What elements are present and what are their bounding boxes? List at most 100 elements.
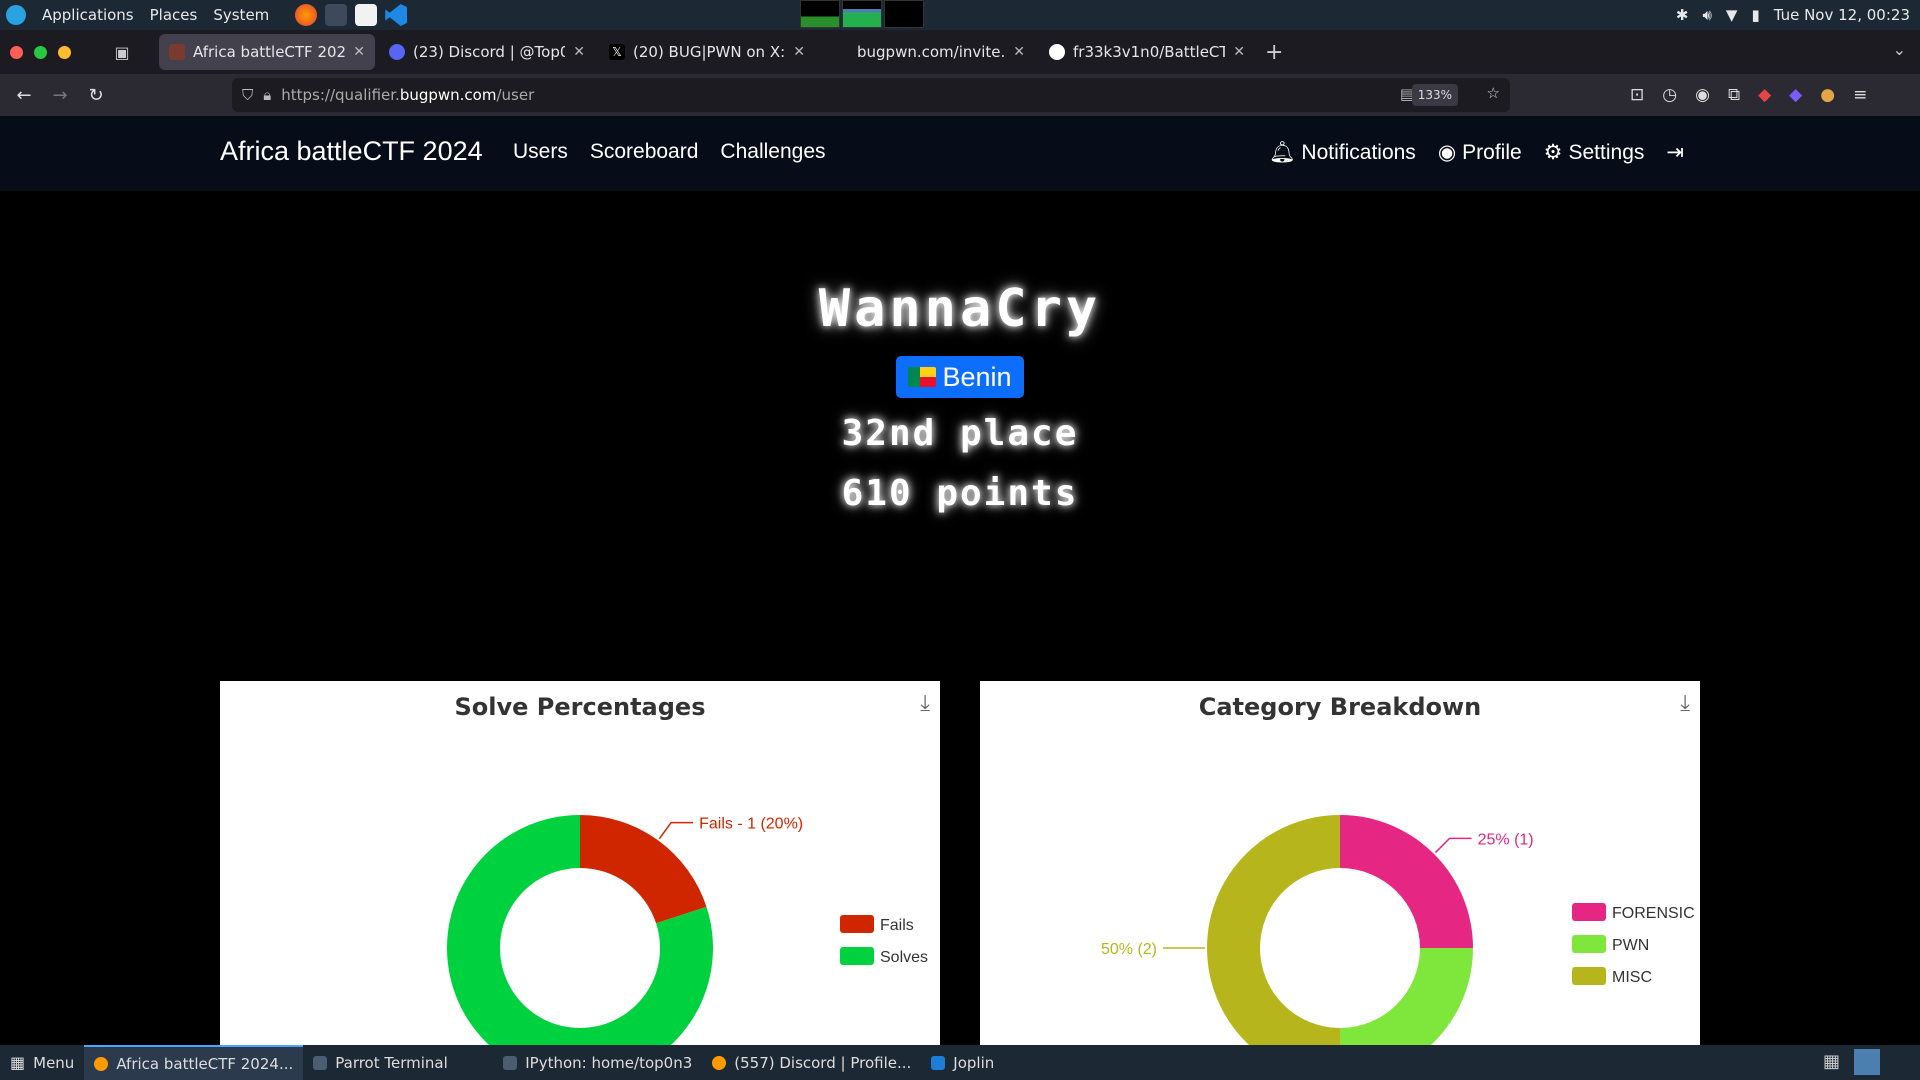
taskbar-item-joplin[interactable]: Joplin xyxy=(921,1045,1004,1080)
site-brand[interactable]: Africa battleCTF 2024 xyxy=(220,136,483,167)
legend-swatch[interactable] xyxy=(1572,935,1606,953)
extension-purple-icon[interactable]: ◆ xyxy=(1789,85,1802,105)
legend-label-pwn[interactable]: PWN xyxy=(1612,937,1649,954)
legend-label-solves[interactable]: Solves xyxy=(880,949,928,966)
joplin-icon xyxy=(931,1055,946,1070)
category-breakdown-title: Category Breakdown xyxy=(1198,693,1482,721)
bell-icon: 🔔︎ xyxy=(1268,140,1296,164)
volume-icon[interactable]: 🔊︎ xyxy=(1702,6,1711,24)
vscode-launcher-icon[interactable] xyxy=(385,4,408,26)
nav-scoreboard[interactable]: Scoreboard xyxy=(590,140,699,164)
terminal-icon xyxy=(313,1055,328,1070)
memory-graph xyxy=(842,0,882,28)
nav-settings[interactable]: ⚙ Settings xyxy=(1544,140,1645,165)
tab-invite[interactable]: bugpwn.com/invite.ini ✕ xyxy=(819,34,1035,70)
taskbar: ▦ Menu Africa battleCTF 2024... Parrot Te… xyxy=(0,1045,1920,1080)
workspace-switcher-icon[interactable]: ▦ xyxy=(1823,1051,1840,1072)
nav-challenges[interactable]: Challenges xyxy=(720,140,825,164)
workspace-indicator[interactable] xyxy=(1854,1049,1880,1075)
zoom-level[interactable]: 133% xyxy=(1411,84,1458,106)
tab-x-bugpwn[interactable]: 𝕏 (20) BUG|PWN on X: "Afr ✕ xyxy=(599,34,815,70)
download-icon[interactable]: ⤓ xyxy=(1680,691,1690,716)
menu-places[interactable]: Places xyxy=(150,6,198,24)
account-icon[interactable]: ◉ xyxy=(1695,85,1710,105)
data-label-leader xyxy=(658,821,694,840)
close-tab-icon[interactable]: ✕ xyxy=(1013,44,1025,60)
country-badge[interactable]: Benin xyxy=(896,356,1024,398)
back-arrow-icon[interactable]: ← xyxy=(6,85,42,106)
wifi-icon[interactable]: ▼ xyxy=(1726,6,1738,24)
menu-system[interactable]: System xyxy=(213,6,269,24)
taskbar-item-ipython[interactable]: IPython: home/top0n3 xyxy=(493,1045,702,1080)
firefox-launcher-icon[interactable] xyxy=(295,4,318,26)
user-place: 32nd place xyxy=(841,413,1079,454)
legend-label-fails[interactable]: Fails xyxy=(880,917,914,934)
cookie-icon[interactable]: ● xyxy=(1820,85,1835,105)
extension-red-icon[interactable]: ◆ xyxy=(1758,85,1771,105)
pie-slice-solves[interactable] xyxy=(447,815,713,1046)
maximize-window-button[interactable] xyxy=(34,45,47,59)
new-tab-button[interactable]: + xyxy=(1265,40,1283,65)
download-icon[interactable]: ⤓ xyxy=(920,691,930,716)
legend-label-misc[interactable]: MISC xyxy=(1612,969,1652,986)
url-bar[interactable]: ⛉ 🔒︎ https://qualifier. bugpwn.com/user ▤… xyxy=(232,78,1510,112)
hamburger-menu-icon[interactable]: ≡ xyxy=(1853,85,1867,105)
tab-github[interactable]: fr33k3v1n0/BattleCTF2k ✕ xyxy=(1039,34,1255,70)
pocket-icon[interactable]: ⊡ xyxy=(1630,85,1644,105)
url-prefix: https://qualifier. xyxy=(281,86,400,104)
clock-extension-icon[interactable]: ◷ xyxy=(1662,85,1677,105)
solve-percentages-chart: Fails - 1 (20%) Fails Solves xyxy=(447,815,928,1046)
url-host: bugpwn.com xyxy=(399,86,497,104)
category-breakdown-chart: 25% (1) 50% (2) FORENSIC PWN MISC xyxy=(1101,815,1695,1046)
browser-tab-bar: ▣ Africa battleCTF 2024 ✕ (23) Discord |… xyxy=(0,30,1920,74)
extensions-puzzle-icon[interactable]: ⧉ xyxy=(1728,85,1740,105)
legend-label-forensic[interactable]: FORENSIC xyxy=(1612,905,1695,922)
window-controls xyxy=(0,45,85,59)
legend-swatch[interactable] xyxy=(1572,967,1606,985)
data-label: 50% (2) xyxy=(1101,941,1157,958)
nav-profile[interactable]: ◉ Profile xyxy=(1438,140,1522,165)
bluetooth-icon[interactable]: ✱ xyxy=(1676,6,1689,24)
terminal-launcher-icon[interactable] xyxy=(325,4,348,26)
taskbar-item-firefox[interactable]: Africa battleCTF 2024... xyxy=(84,1045,304,1080)
pie-slice-misc[interactable] xyxy=(1207,815,1340,1046)
lock-icon[interactable]: 🔒︎ xyxy=(263,86,271,104)
pie-slice-fails[interactable] xyxy=(580,815,707,924)
gears-icon: ⚙ xyxy=(1543,141,1563,164)
cpu-graph xyxy=(800,0,840,28)
logout-icon[interactable]: ⇥ xyxy=(1666,140,1684,165)
taskbar-item-discord[interactable]: (557) Discord | Profile... xyxy=(702,1045,921,1080)
taskbar-menu-button[interactable]: ▦ Menu xyxy=(0,1045,84,1080)
close-tab-icon[interactable]: ✕ xyxy=(793,44,805,60)
legend-swatch[interactable] xyxy=(1572,903,1606,921)
legend-swatch[interactable] xyxy=(840,947,874,965)
data-label: 25% (1) xyxy=(1478,831,1534,848)
solve-percentages-card: Fails - 1 (20%) Fails Solves Solve Percent… xyxy=(220,681,940,1046)
pie-slice-pwn[interactable] xyxy=(1340,948,1473,1046)
tracking-shield-icon[interactable]: ⛉ xyxy=(242,86,253,104)
system-top-bar: Applications Places System xyxy=(0,0,1920,30)
minimize-window-button[interactable] xyxy=(58,45,71,59)
taskbar-item-terminal[interactable]: Parrot Terminal xyxy=(303,1045,493,1080)
clock[interactable]: Tue Nov 12, 00:23 xyxy=(1774,6,1910,24)
legend-swatch[interactable] xyxy=(840,915,874,933)
text-editor-launcher-icon[interactable] xyxy=(355,4,378,26)
forward-arrow-icon[interactable]: → xyxy=(42,85,78,106)
nav-users[interactable]: Users xyxy=(513,140,568,164)
network-graph xyxy=(884,0,924,28)
nav-notifications[interactable]: 🔔︎ Notifications xyxy=(1269,141,1416,165)
bookmark-star-icon[interactable]: ☆ xyxy=(1487,84,1500,102)
menu-applications[interactable]: Applications xyxy=(42,6,134,24)
pie-slice-forensic[interactable] xyxy=(1340,815,1473,948)
parrot-logo-icon[interactable] xyxy=(6,5,26,25)
tab-africa-battlectf[interactable]: Africa battleCTF 2024 ✕ xyxy=(159,34,375,70)
tab-discord[interactable]: (23) Discord | @Top0n3 ✕ xyxy=(379,34,595,70)
tab-overview-icon[interactable]: ▣ xyxy=(107,43,137,62)
close-tab-icon[interactable]: ✕ xyxy=(353,44,365,60)
close-tab-icon[interactable]: ✕ xyxy=(1233,44,1245,60)
reload-icon[interactable]: ↻ xyxy=(78,85,114,106)
close-window-button[interactable] xyxy=(10,45,23,59)
battery-icon[interactable]: ▮ xyxy=(1751,6,1759,24)
list-tabs-chevron-down-icon[interactable]: ⌄ xyxy=(1893,40,1906,59)
close-tab-icon[interactable]: ✕ xyxy=(573,44,585,60)
